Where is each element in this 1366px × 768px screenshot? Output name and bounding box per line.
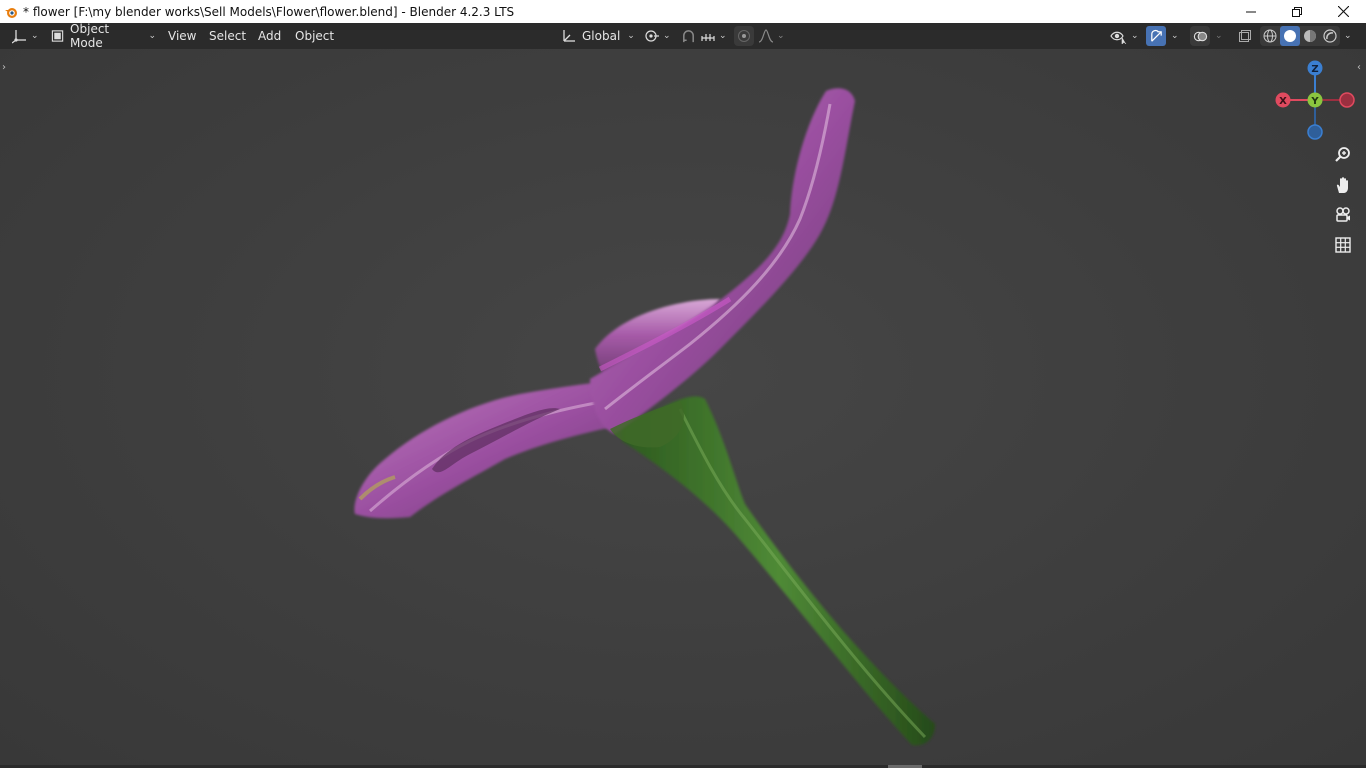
minimize-icon bbox=[1246, 11, 1256, 12]
navigation-gizmo[interactable]: Z X Y bbox=[1272, 57, 1358, 143]
menu-view[interactable]: View bbox=[162, 26, 202, 46]
hand-pan-icon bbox=[1336, 177, 1348, 193]
rendered-shading-icon bbox=[1323, 29, 1337, 43]
window-controls bbox=[1228, 0, 1366, 23]
window-titlebar: * flower [F:\my blender works\Sell Model… bbox=[0, 0, 1366, 23]
eye-selectability-icon bbox=[1110, 31, 1127, 44]
chevron-down-icon: ⌄ bbox=[148, 31, 156, 41]
chevron-down-icon: ⌄ bbox=[777, 31, 785, 41]
falloff-curve-icon bbox=[758, 29, 774, 43]
flower-model[interactable] bbox=[0, 49, 1366, 768]
editor-type-button[interactable]: ⌄ bbox=[8, 26, 40, 46]
menu-select[interactable]: Select bbox=[203, 26, 252, 46]
snap-toggle[interactable] bbox=[678, 26, 698, 46]
menu-object[interactable]: Object bbox=[289, 26, 340, 46]
transform-orientation-icon bbox=[563, 30, 575, 42]
axis-neg-x-handle[interactable] bbox=[1339, 92, 1355, 108]
orientation-label: Global bbox=[582, 29, 621, 43]
solid-shading-button[interactable] bbox=[1280, 26, 1300, 46]
chevron-down-icon: ⌄ bbox=[31, 31, 39, 41]
shading-dropdown[interactable]: ⌄ bbox=[1341, 26, 1355, 46]
restore-icon bbox=[1292, 6, 1302, 17]
chevron-down-icon: ⌄ bbox=[719, 31, 727, 41]
3d-viewport[interactable]: › ‹ Z X Y bbox=[0, 49, 1366, 768]
rendered-shading-button[interactable] bbox=[1320, 29, 1340, 43]
orthographic-grid-icon bbox=[1335, 237, 1351, 253]
pan-button[interactable] bbox=[1330, 172, 1356, 198]
chevron-down-icon: ⌄ bbox=[663, 31, 671, 41]
gizmo-toggle[interactable] bbox=[1146, 26, 1166, 46]
material-preview-button[interactable] bbox=[1300, 29, 1320, 43]
xray-toggle-icon bbox=[1239, 30, 1251, 42]
magnet-snap-icon bbox=[682, 29, 694, 42]
chevron-down-icon: ⌄ bbox=[627, 31, 635, 41]
viewport-header: ⌄ Object Mode ⌄ View Select Add Object G… bbox=[0, 22, 1366, 50]
snap-target-button[interactable]: ⌄ bbox=[700, 26, 728, 46]
orthographic-toggle-button[interactable] bbox=[1330, 232, 1356, 258]
3d-viewport-icon bbox=[12, 30, 26, 44]
axis-z-label: Z bbox=[1311, 64, 1318, 75]
chevron-down-icon: ⌄ bbox=[1131, 31, 1139, 41]
close-icon bbox=[1337, 6, 1349, 17]
zoom-magnifier-icon bbox=[1335, 147, 1350, 162]
snap-increment-icon bbox=[701, 34, 715, 41]
falloff-button[interactable]: ⌄ bbox=[758, 26, 786, 46]
flower-petal-upper bbox=[590, 88, 855, 434]
menu-add[interactable]: Add bbox=[252, 26, 287, 46]
axis-x-label: X bbox=[1279, 96, 1287, 107]
axis-neg-z-handle[interactable] bbox=[1307, 124, 1323, 140]
xray-toggle[interactable] bbox=[1235, 26, 1255, 46]
overlays-icon bbox=[1193, 31, 1207, 41]
transform-orientation-selector[interactable]: Global ⌄ bbox=[558, 26, 636, 46]
material-preview-icon bbox=[1304, 30, 1316, 42]
solid-shading-icon bbox=[1284, 30, 1296, 42]
restore-button[interactable] bbox=[1274, 0, 1320, 23]
camera-view-button[interactable] bbox=[1330, 202, 1356, 228]
wireframe-shading-button[interactable] bbox=[1260, 29, 1280, 43]
proportional-edit-toggle[interactable] bbox=[734, 26, 754, 46]
blender-logo-icon bbox=[5, 7, 17, 18]
minimize-button[interactable] bbox=[1228, 0, 1274, 23]
pivot-point-icon bbox=[645, 30, 659, 42]
gizmo-toggle-icon bbox=[1150, 29, 1162, 42]
chevron-down-icon: ⌄ bbox=[1215, 31, 1223, 41]
wireframe-shading-icon bbox=[1263, 29, 1277, 43]
flower-stem bbox=[622, 396, 935, 746]
object-mode-icon bbox=[51, 30, 64, 42]
proportional-edit-icon bbox=[738, 30, 750, 42]
overlays-toggle[interactable] bbox=[1190, 26, 1210, 46]
camera-view-icon bbox=[1336, 207, 1350, 222]
mode-label: Object Mode bbox=[70, 22, 110, 50]
overlays-dropdown[interactable]: ⌄ bbox=[1212, 26, 1226, 46]
close-button[interactable] bbox=[1320, 0, 1366, 23]
window-title: * flower [F:\my blender works\Sell Model… bbox=[23, 4, 515, 19]
shading-mode-group bbox=[1260, 26, 1340, 46]
pivot-point-button[interactable]: ⌄ bbox=[644, 26, 672, 46]
axis-y-label: Y bbox=[1310, 96, 1319, 107]
selectability-visibility-button[interactable]: ⌄ bbox=[1110, 26, 1140, 46]
chevron-down-icon: ⌄ bbox=[1344, 31, 1352, 41]
gizmo-dropdown[interactable]: ⌄ bbox=[1168, 26, 1182, 46]
chevron-down-icon: ⌄ bbox=[1171, 31, 1179, 41]
mode-selector[interactable]: Object Mode ⌄ bbox=[48, 22, 156, 50]
zoom-button[interactable] bbox=[1330, 142, 1356, 168]
